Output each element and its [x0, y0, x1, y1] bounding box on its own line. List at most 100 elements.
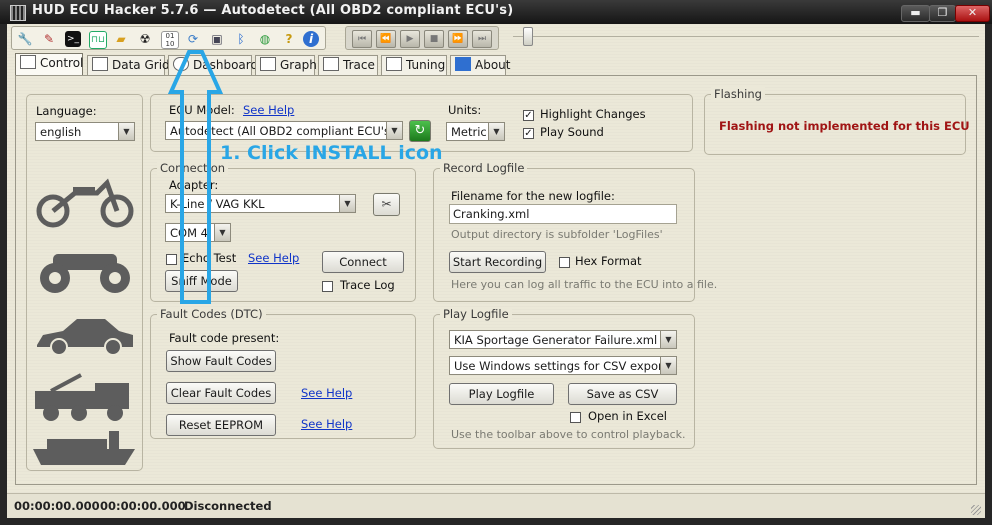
flashing-legend: Flashing [711, 87, 765, 101]
chevron-down-icon: ▼ [660, 357, 676, 374]
adapter-settings-icon[interactable]: ✂ [373, 193, 400, 216]
first-frame-button[interactable]: ⏮ [352, 30, 372, 48]
control-icon [20, 55, 36, 69]
connect-button[interactable]: Connect [322, 251, 404, 273]
record-logfile-legend: Record Logfile [440, 161, 528, 175]
tow-truck-icon [35, 373, 129, 421]
globe-icon[interactable]: ◍ [257, 31, 273, 47]
title-bar[interactable]: HUD ECU Hacker 5.7.6 — Autodetect (All O… [0, 0, 992, 24]
vehicle-box: Language: english ▼ [26, 94, 143, 471]
tab-label: Graph [280, 58, 317, 72]
client-area: 🔧 ✎ >_ ⊓⊔ ▰ ☢ 01 10 ⟳ ▣ ᛒ ◍ ? i ⏮ ⏪ ▶ ■ ⏩… [7, 24, 985, 493]
playback-toolbar: ⏮ ⏪ ▶ ■ ⏩ ⏭ [345, 26, 499, 50]
play-button[interactable]: ▶ [400, 30, 420, 48]
install-arrow-annotation [167, 50, 224, 304]
car-icon [37, 319, 133, 356]
language-select[interactable]: english ▼ [35, 122, 135, 141]
filename-input[interactable]: Cranking.xml [449, 204, 677, 224]
ecu-see-help-link[interactable]: See Help [243, 103, 294, 117]
open-in-excel-checkbox[interactable] [570, 412, 581, 423]
log-time: 00:00:00.000 [100, 499, 186, 513]
tab-tuning[interactable]: Tuning [381, 55, 447, 75]
flashing-box: Flashing Flashing not implemented for th… [704, 87, 970, 155]
refresh-icon[interactable]: ↻ [409, 120, 431, 142]
logfile-value: KIA Sportage Generator Failure.xml [454, 333, 658, 347]
tab-label: Control [40, 56, 84, 70]
atv-icon [40, 254, 130, 293]
forward-button[interactable]: ⏩ [448, 30, 468, 48]
reset-eeprom-see-help-link[interactable]: See Help [301, 417, 352, 431]
units-select[interactable]: Metric ▼ [446, 122, 505, 141]
output-directory-hint: Output directory is subfolder 'LogFiles' [451, 228, 663, 241]
close-button[interactable]: ✕ [955, 5, 990, 22]
ship-icon [33, 431, 135, 465]
elapsed-time: 00:00:00.000 [14, 499, 100, 513]
control-panel: Language: english ▼ ECU Model: See Help … [15, 75, 977, 485]
chevron-down-icon: ▼ [118, 123, 134, 140]
tab-control[interactable]: Control [15, 53, 83, 75]
tab-about[interactable]: About [450, 55, 510, 75]
play-sound-label: Play Sound [540, 125, 604, 139]
highlight-changes-label: Highlight Changes [540, 107, 646, 121]
logfile-select[interactable]: KIA Sportage Generator Failure.xml ▼ [449, 330, 677, 349]
window-title: HUD ECU Hacker 5.7.6 — Autodetect (All O… [32, 3, 514, 18]
hex-format-checkbox[interactable] [559, 257, 570, 268]
chevron-down-icon: ▼ [488, 123, 504, 140]
csv-settings-select[interactable]: Use Windows settings for CSV export ▼ [449, 356, 677, 375]
terminal-icon[interactable]: >_ [65, 31, 81, 47]
fault-codes-box: Fault Codes (DTC) Fault code present: Sh… [150, 307, 416, 439]
show-fault-codes-button[interactable]: Show Fault Codes [166, 350, 276, 372]
app-icon [10, 5, 26, 21]
connection-status: Disconnected [184, 499, 272, 513]
trace-log-checkbox[interactable] [322, 281, 333, 292]
graph-icon [260, 57, 276, 71]
folder-icon[interactable]: ▰ [113, 31, 129, 47]
help-icon[interactable]: ? [281, 31, 297, 47]
trace-icon [323, 57, 339, 71]
csv-settings-value: Use Windows settings for CSV export [454, 359, 668, 373]
wrench-icon[interactable]: 🔧 [17, 31, 33, 47]
tab-trace[interactable]: Trace [318, 55, 378, 75]
tab-graph[interactable]: Graph [255, 55, 317, 75]
filename-label: Filename for the new logfile: [451, 189, 615, 203]
play-sound-checkbox[interactable]: ✓ [523, 128, 534, 139]
tuning-icon [386, 57, 402, 71]
clear-fault-see-help-link[interactable]: See Help [301, 386, 352, 400]
chevron-down-icon: ▼ [660, 331, 676, 348]
play-logfile-button[interactable]: Play Logfile [449, 383, 554, 405]
wand-icon[interactable]: ✎ [41, 31, 57, 47]
clear-fault-codes-button[interactable]: Clear Fault Codes [166, 382, 276, 404]
fault-present-label: Fault code present: [169, 331, 280, 345]
chevron-down-icon: ▼ [386, 122, 402, 139]
install-instruction-callout: 1. Click INSTALL icon [220, 142, 443, 164]
info-icon[interactable]: i [303, 31, 319, 47]
tab-label: Data Grid [112, 58, 170, 72]
pulse-icon[interactable]: ⊓⊔ [89, 31, 107, 49]
start-recording-button[interactable]: Start Recording [449, 251, 546, 273]
app-window: HUD ECU Hacker 5.7.6 — Autodetect (All O… [0, 0, 992, 525]
minimize-button[interactable]: ▬ [901, 5, 930, 22]
tab-data-grid[interactable]: Data Grid [87, 55, 170, 75]
radiation-icon[interactable]: ☢ [137, 31, 153, 47]
trace-log-label: Trace Log [340, 278, 395, 292]
grid-icon [92, 57, 108, 71]
tab-label: Trace [343, 58, 375, 72]
reset-eeprom-button[interactable]: Reset EEPROM [166, 414, 276, 436]
highlight-changes-checkbox[interactable]: ✓ [523, 110, 534, 121]
playback-slider-thumb[interactable] [523, 27, 533, 46]
resize-grip-icon[interactable] [971, 505, 981, 515]
stop-button[interactable]: ■ [424, 30, 444, 48]
connection-see-help-link[interactable]: See Help [248, 251, 299, 265]
language-label: Language: [36, 104, 97, 118]
playback-hint: Use the toolbar above to control playbac… [451, 428, 686, 441]
rewind-button[interactable]: ⏪ [376, 30, 396, 48]
flashing-message: Flashing not implemented for this ECU [719, 119, 970, 133]
units-label: Units: [448, 103, 482, 117]
units-value: Metric [451, 125, 487, 139]
playback-slider-track[interactable] [513, 36, 979, 37]
language-value: english [40, 125, 82, 139]
maximize-button[interactable]: ❐ [929, 5, 956, 22]
play-logfile-box: Play Logfile KIA Sportage Generator Fail… [433, 307, 695, 449]
save-as-csv-button[interactable]: Save as CSV [568, 383, 677, 405]
last-frame-button[interactable]: ⏭ [472, 30, 492, 48]
